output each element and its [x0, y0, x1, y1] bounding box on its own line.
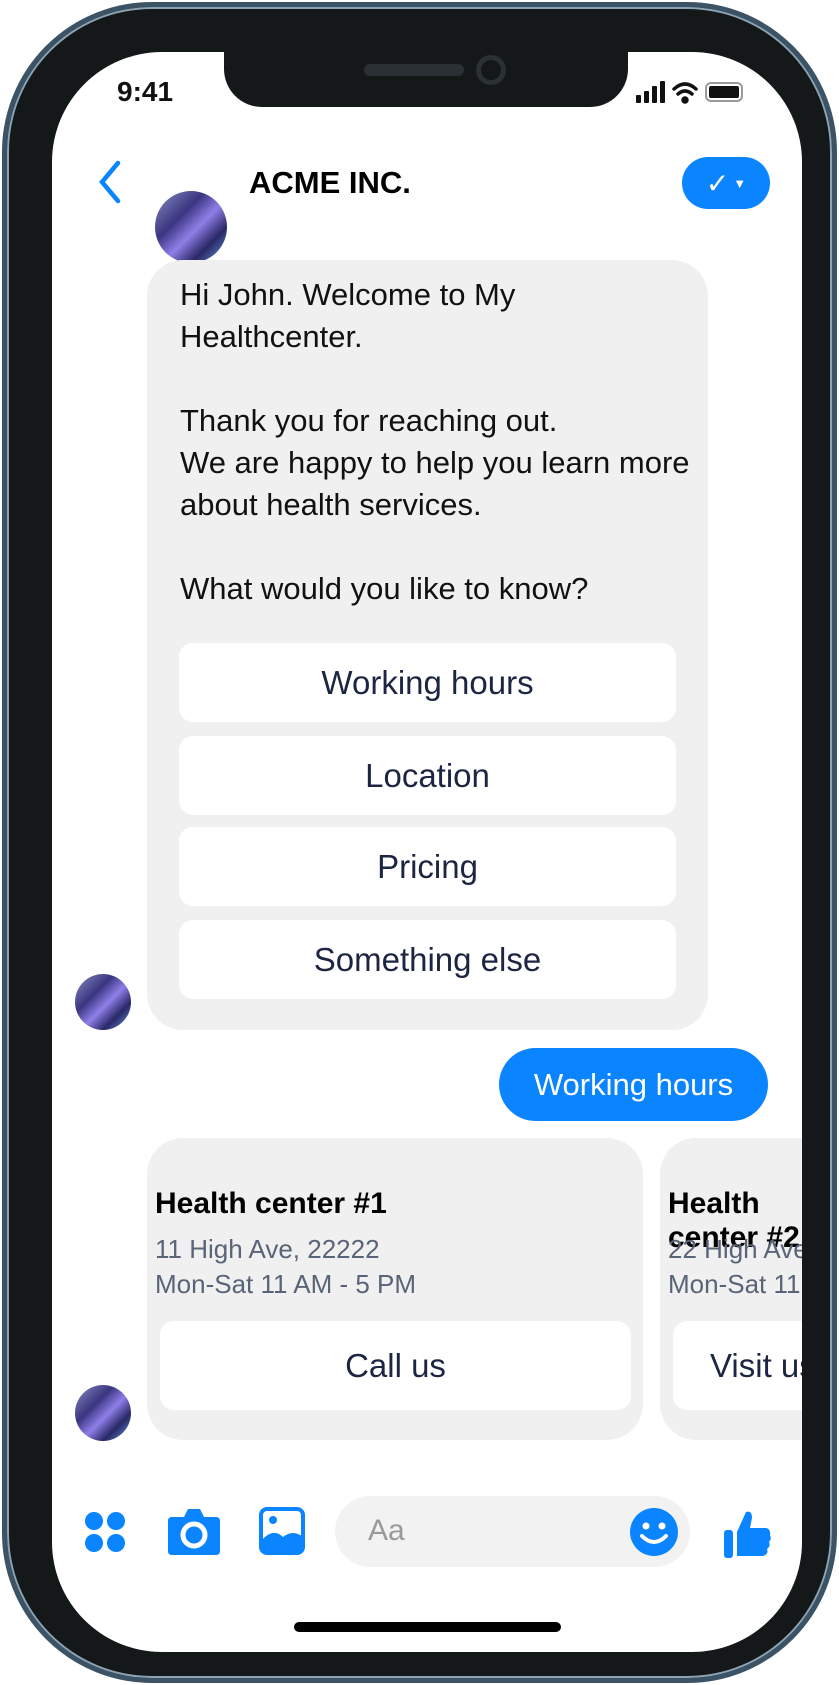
sender-avatar [75, 974, 131, 1030]
status-icons [636, 81, 743, 104]
home-indicator[interactable] [294, 1622, 561, 1632]
thumbs-up-icon[interactable] [722, 1508, 772, 1560]
sender-avatar [75, 1385, 131, 1441]
check-icon: ✓ [705, 167, 730, 199]
camera [476, 55, 506, 85]
quick-reply-something-else[interactable]: Something else [179, 920, 676, 999]
emoji-icon[interactable] [629, 1507, 679, 1557]
speaker [364, 64, 464, 76]
card-address: 22 High Ave [668, 1234, 802, 1264]
sent-message: Working hours [499, 1048, 768, 1121]
visit-button[interactable]: Visit us [673, 1321, 802, 1410]
card-address: 11 High Ave, 22222 [155, 1234, 380, 1264]
quick-reply-location[interactable]: Location [179, 736, 676, 815]
back-chevron-icon[interactable] [92, 157, 132, 207]
carousel-card-2[interactable]: Health center #2 22 High Ave Mon-Sat 11 … [660, 1138, 802, 1440]
call-us-button[interactable]: Call us [160, 1321, 631, 1410]
battery-icon [705, 82, 743, 102]
card-title: Health center #1 [155, 1187, 387, 1220]
image-icon[interactable] [259, 1507, 305, 1555]
card-hours: Mon-Sat 11 [668, 1269, 801, 1299]
quick-reply-pricing[interactable]: Pricing [179, 827, 676, 906]
page-title: ACME INC. [249, 165, 411, 200]
avatar[interactable] [155, 191, 227, 263]
quick-reply-working-hours[interactable]: Working hours [179, 643, 676, 722]
check-dropdown-button[interactable]: ✓ ▼ [682, 157, 770, 209]
apps-icon[interactable] [84, 1511, 126, 1553]
phone-frame: 9:41 ACME INC. ✓ ▼ Hi John. Welcome to My… [2, 2, 837, 1683]
notch [224, 52, 628, 107]
wifi-icon [672, 82, 698, 104]
signal-icon [636, 81, 665, 103]
status-time: 9:41 [117, 76, 174, 107]
message-input-placeholder: Aa [368, 1514, 405, 1547]
screen: 9:41 ACME INC. ✓ ▼ Hi John. Welcome to My… [52, 52, 802, 1652]
welcome-message: Hi John. Welcome to My Healthcenter. Tha… [180, 277, 690, 606]
caret-down-icon: ▼ [733, 175, 747, 191]
camera-icon[interactable] [168, 1507, 220, 1555]
card-hours: Mon-Sat 11 AM - 5 PM [155, 1269, 417, 1299]
message-input[interactable]: Aa [335, 1496, 690, 1567]
